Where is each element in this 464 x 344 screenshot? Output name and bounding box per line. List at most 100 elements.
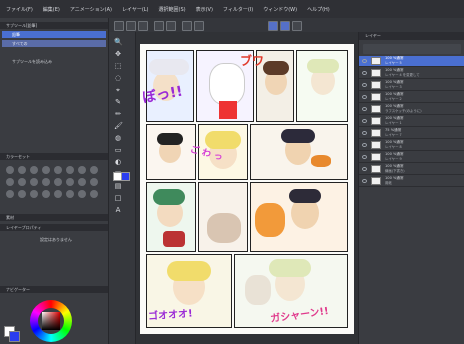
layer-property-header: レイヤープロパティ [0, 224, 108, 231]
sub-tool-header: サブツール[鉛筆] [0, 22, 108, 29]
snap-icon[interactable] [268, 21, 278, 31]
eyedropper-icon[interactable]: ⌖ [114, 86, 122, 94]
ruler-icon[interactable] [280, 21, 290, 31]
menu-item[interactable]: 編集(E) [43, 6, 60, 13]
layer-thumbnail [371, 69, 381, 77]
blend-icon[interactable]: ◐ [114, 158, 122, 166]
layer-name: レイヤー 8 [385, 145, 402, 149]
visibility-eye-icon[interactable] [362, 95, 367, 99]
layer-row[interactable]: 100 %通常 レイヤー 9 [359, 152, 464, 163]
layer-row[interactable]: 100 %通常 ラフスケッチ(のように) [359, 104, 464, 115]
layer-row[interactable]: 75 %通常 レイヤー 7 [359, 128, 464, 139]
clear-icon[interactable] [182, 21, 192, 31]
load-subtool-button[interactable]: サブツールを読み込み [2, 58, 106, 65]
airbrush-icon[interactable]: ◍ [114, 134, 122, 142]
sfx-text: ゴオオオ! [147, 308, 194, 323]
visibility-eye-icon[interactable] [362, 71, 367, 75]
visibility-eye-icon[interactable] [362, 179, 367, 183]
new-file-icon[interactable] [114, 21, 124, 31]
text-icon[interactable]: A [114, 206, 122, 214]
manga-page[interactable]: ぼっ!! ご わ っ ブワ ゴオオオ! ガシャーン!! [140, 44, 354, 334]
comic-panel [198, 182, 248, 252]
layer-row[interactable]: 100 %通常 レイヤー 5 [359, 56, 464, 67]
layer-thumbnail [371, 93, 381, 101]
layer-thumbnail [371, 177, 381, 185]
layer-row[interactable]: 100 %通常 線画(下書き) [359, 164, 464, 175]
save-icon[interactable] [138, 21, 148, 31]
layer-thumbnail [371, 117, 381, 125]
pencil-icon[interactable]: ✏ [114, 110, 122, 118]
layer-name: レイヤー 9 [385, 157, 402, 161]
primary-color-swatch[interactable] [9, 331, 20, 342]
layer-thumbnail [371, 129, 381, 137]
visibility-eye-icon[interactable] [362, 107, 367, 111]
redo-icon[interactable] [166, 21, 176, 31]
color-set-header: カラーセット [0, 153, 108, 160]
fill-icon[interactable] [194, 21, 204, 31]
layer-name: レイヤー 3 [385, 85, 402, 89]
sub-tool-item[interactable]: すべての [2, 40, 106, 47]
layer-thumbnail [371, 141, 381, 149]
layer-toolbar [363, 44, 461, 54]
layer-row[interactable]: 100 %通常 レイヤー 4 を変更して [359, 68, 464, 79]
open-file-icon[interactable] [126, 21, 136, 31]
color-set-grid[interactable] [2, 162, 106, 208]
sfx-text: ブワ [240, 54, 265, 68]
menu-item[interactable]: ウィンドウ(W) [263, 6, 297, 13]
tool-primary-color[interactable] [121, 172, 130, 181]
visibility-eye-icon[interactable] [362, 83, 367, 87]
visibility-eye-icon[interactable] [362, 155, 367, 159]
shape-icon[interactable]: □ [114, 194, 122, 202]
zoom-icon[interactable]: 🔍 [114, 38, 123, 46]
visibility-eye-icon[interactable] [362, 119, 367, 123]
visibility-eye-icon[interactable] [362, 59, 367, 63]
comic-panel [296, 50, 348, 122]
layer-row[interactable]: 100 %通常 レイヤー 3 [359, 80, 464, 91]
layer-row[interactable]: 100 %通常 用紙 [359, 176, 464, 187]
tool-palette: 🔍 ✥ ⬚ ◌ ⌖ ✎ ✏ 🖌 ◍ ▭ ◐ ▣ ▤ □ A [109, 32, 136, 344]
comic-panel [250, 182, 348, 252]
undo-icon[interactable] [154, 21, 164, 31]
layer-name: 用紙 [385, 181, 392, 185]
layer-name: ラフスケッチ(のように) [385, 109, 422, 113]
left-panel: サブツール[鉛筆] 鉛筆 すべての サブツールを読み込み カラーセット 素材 レ… [0, 18, 109, 344]
gradient-icon[interactable]: ▤ [114, 182, 122, 190]
command-toolbar [108, 18, 464, 33]
color-wheel[interactable] [30, 300, 72, 342]
navigator-header: ナビゲーター [0, 286, 108, 293]
visibility-eye-icon[interactable] [362, 131, 367, 135]
layer-row[interactable]: 100 %通常 レイヤー 1 [359, 116, 464, 127]
lasso-icon[interactable]: ◌ [114, 74, 122, 82]
brush-icon[interactable]: 🖌 [114, 122, 123, 130]
layer-thumbnail [371, 81, 381, 89]
menu-item[interactable]: ファイル(F) [6, 6, 33, 13]
comic-panel [146, 182, 196, 252]
layer-panel-header: レイヤー [359, 32, 464, 40]
pen-icon[interactable]: ✎ [114, 98, 122, 106]
select-icon[interactable]: ⬚ [114, 62, 122, 70]
sub-tool-selected[interactable]: 鉛筆 [2, 31, 106, 38]
menu-item[interactable]: フィルター(I) [223, 6, 253, 13]
layer-name: レイヤー 7 [385, 133, 402, 137]
menu-item[interactable]: アニメーション(A) [70, 6, 112, 13]
grid-icon[interactable] [292, 21, 302, 31]
layer-thumbnail [371, 153, 381, 161]
layer-row[interactable]: 100 %通常 レイヤー 2 [359, 92, 464, 103]
menu-item[interactable]: レイヤー(L) [122, 6, 149, 13]
layer-thumbnail [371, 105, 381, 113]
layer-panel: レイヤー 100 %通常 レイヤー 5 100 %通常 レイヤー 4 を変更して… [358, 32, 464, 344]
layer-thumbnail [371, 165, 381, 173]
menu-item[interactable]: ヘルプ(H) [307, 6, 330, 13]
eraser-icon[interactable]: ▭ [114, 146, 122, 154]
layer-row[interactable]: 100 %通常 レイヤー 8 [359, 140, 464, 151]
menu-bar: ファイル(F) 編集(E) アニメーション(A) レイヤー(L) 選択範囲(S) 表示(V… [0, 0, 464, 18]
visibility-eye-icon[interactable] [362, 167, 367, 171]
layer-name: レイヤー 1 [385, 121, 402, 125]
comic-panel [250, 124, 348, 180]
layer-name: レイヤー 5 [385, 61, 402, 65]
move-icon[interactable]: ✥ [114, 50, 122, 58]
visibility-eye-icon[interactable] [362, 143, 367, 147]
menu-item[interactable]: 選択範囲(S) [159, 6, 186, 13]
menu-item[interactable]: 表示(V) [196, 6, 213, 13]
layer-name: レイヤー 2 [385, 97, 402, 101]
